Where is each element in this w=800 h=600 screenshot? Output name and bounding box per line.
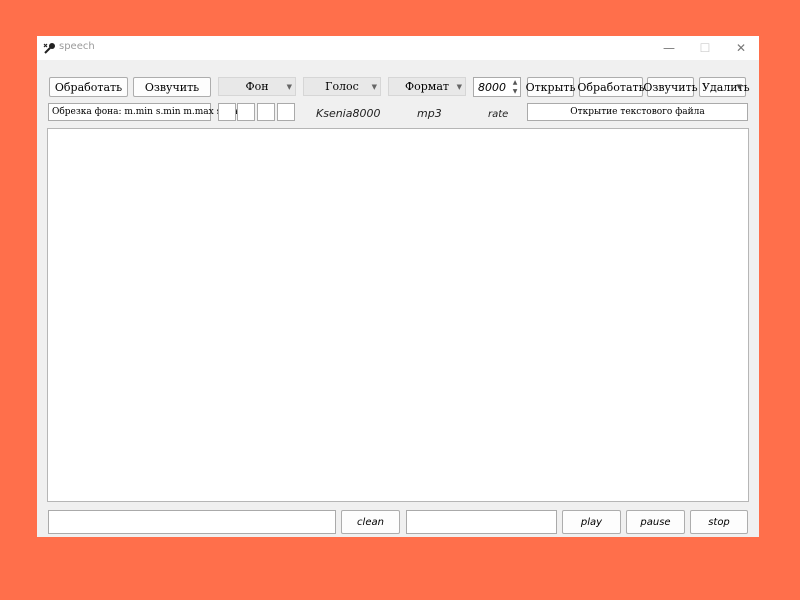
play-button[interactable]: play	[562, 510, 621, 534]
status-field: Открытие текстового файла	[527, 103, 748, 121]
trim-m-max-field[interactable]	[257, 103, 275, 121]
format-select[interactable]: Формат ▼	[388, 77, 466, 96]
voice-select[interactable]: Голос ▼	[303, 77, 381, 96]
speak-file-button[interactable]: Озвучить	[643, 77, 698, 97]
chevron-down-icon: ▼	[736, 83, 742, 91]
open-button[interactable]: Открыть	[526, 77, 575, 97]
pause-button[interactable]: pause	[626, 510, 685, 534]
format-select-label: Формат	[405, 80, 449, 93]
trim-range-field[interactable]: Обрезка фона: m.min s.min m.max s.max	[48, 103, 243, 121]
background-select[interactable]: Фон ▼	[218, 77, 296, 96]
playback-input[interactable]	[406, 510, 557, 534]
clean-button[interactable]: clean	[341, 510, 400, 534]
title-bar: speech — ☐ ✕	[37, 36, 759, 60]
rate-spinbox[interactable]: 8000 ▲ ▼	[473, 77, 521, 97]
window-title: speech	[59, 41, 95, 52]
maximize-button[interactable]: ☐	[687, 36, 723, 60]
close-button[interactable]: ✕	[723, 36, 759, 60]
speak-button[interactable]: Озвучить	[133, 77, 211, 97]
chevron-down-icon: ▼	[286, 83, 292, 91]
main-text-area[interactable]	[47, 128, 749, 502]
voice-select-label: Голос	[325, 80, 359, 93]
trim-s-max-field[interactable]	[277, 103, 295, 121]
chevron-down-icon: ▼	[371, 83, 377, 91]
voice-name-label: Ksenia8000	[316, 107, 381, 120]
rate-value: 8000	[478, 81, 506, 94]
chevron-down-icon: ▼	[456, 83, 462, 91]
minimize-button[interactable]: —	[651, 36, 687, 60]
app-window: speech — ☐ ✕ Обработать Озвучить Фон ▼ Г…	[37, 36, 759, 537]
spin-down-icon[interactable]: ▼	[510, 87, 520, 96]
delete-select[interactable]: Удалить ▼	[699, 77, 750, 97]
process-button[interactable]: Обработать	[49, 77, 128, 97]
delete-select-label: Удалить	[702, 80, 750, 94]
background-select-label: Фон	[245, 80, 269, 93]
format-value-label: mp3	[417, 107, 442, 120]
microphone-icon	[43, 43, 55, 54]
rate-label: rate	[488, 109, 509, 120]
trim-s-min-field[interactable]	[237, 103, 255, 121]
file-path-input[interactable]	[48, 510, 336, 534]
stop-button[interactable]: stop	[690, 510, 748, 534]
spin-up-icon[interactable]: ▲	[510, 78, 520, 87]
process-file-button[interactable]: Обработать	[577, 77, 645, 97]
trim-m-min-field[interactable]	[218, 103, 236, 121]
